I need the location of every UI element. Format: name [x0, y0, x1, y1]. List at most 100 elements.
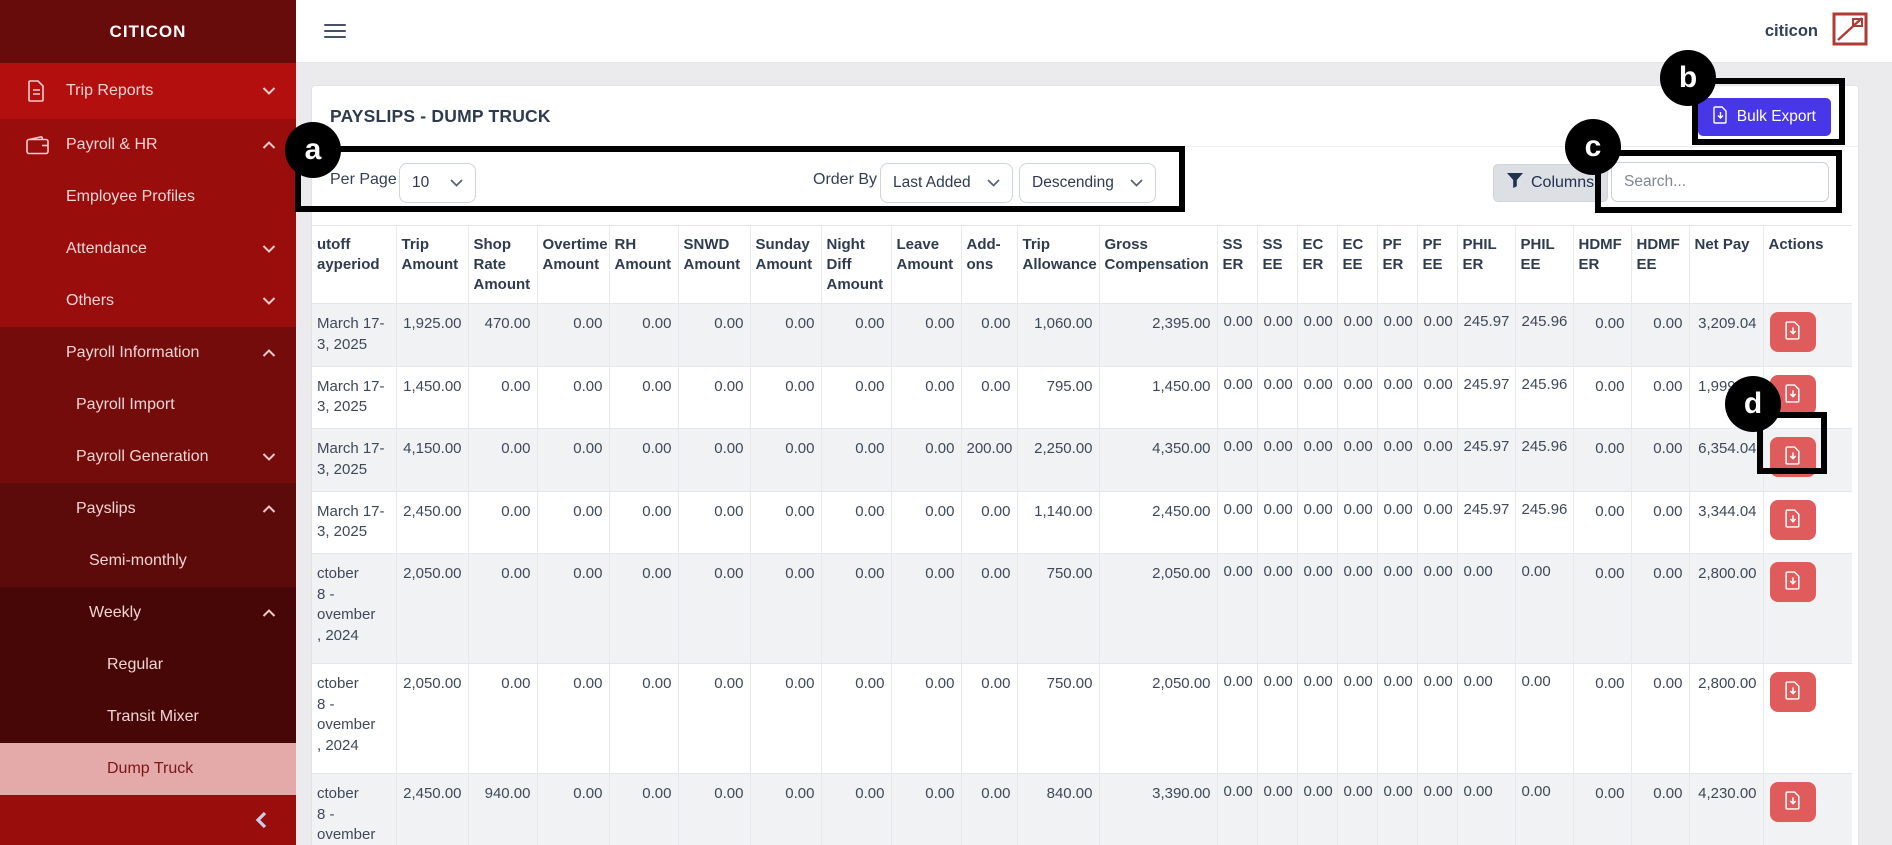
cell-pf-ee: 0.00 [1417, 491, 1457, 553]
cell-trip-allowance: 795.00 [1017, 366, 1099, 428]
brand-title: CITICON [0, 0, 296, 63]
sidebar-item-payroll-information[interactable]: Payroll Information [0, 327, 296, 379]
column-header-ec-er: ECER [1297, 226, 1337, 304]
download-payslip-button[interactable] [1770, 437, 1816, 477]
download-payslip-button[interactable] [1770, 672, 1816, 712]
cell-hdmf-er: 0.00 [1573, 366, 1631, 428]
cell-night-diff-amount: 0.00 [821, 553, 891, 663]
sidebar-item-others[interactable]: Others [0, 275, 296, 327]
cell-snwd-amount: 0.00 [678, 304, 750, 366]
order-by-label: Order By [813, 171, 877, 189]
search-input[interactable] [1611, 162, 1829, 202]
download-payslip-button[interactable] [1770, 782, 1816, 822]
sidebar-item-payroll-import[interactable]: Payroll Import [0, 379, 296, 431]
cell-ss-er: 0.00 [1217, 553, 1257, 663]
download-payslip-button[interactable] [1770, 562, 1816, 602]
cell-sunday-amount: 0.00 [750, 429, 821, 491]
sidebar-item-dump-truck[interactable]: Dump Truck [0, 743, 296, 795]
cell-cutoff-payperiod: ctober8 -ovember, 2024 [312, 773, 396, 845]
table-row: March 17-3, 20254,150.000.000.000.000.00… [312, 429, 1852, 491]
column-header-sunday-amount: SundayAmount [750, 226, 821, 304]
cell-pf-ee: 0.00 [1417, 773, 1457, 845]
sidebar-item-label: Others [66, 292, 114, 310]
order-direction-select[interactable]: Descending [1019, 163, 1156, 203]
cell-phil-er: 245.97 [1457, 491, 1515, 553]
sidebar-item-trip-reports[interactable]: Trip Reports [0, 63, 296, 119]
chevron-up-icon [262, 505, 276, 514]
cell-actions [1763, 773, 1852, 845]
column-header-net-pay: Net Pay [1689, 226, 1763, 304]
column-header-snwd-amount: SNWDAmount [678, 226, 750, 304]
cell-leave-amount: 0.00 [891, 429, 961, 491]
cell-ss-ee: 0.00 [1257, 429, 1297, 491]
cell-hdmf-ee: 0.00 [1631, 429, 1689, 491]
hamburger-menu-icon[interactable] [324, 24, 346, 38]
column-header-night-diff-amount: NightDiffAmount [821, 226, 891, 304]
document-icon [26, 80, 46, 102]
column-header-pf-er: PFER [1377, 226, 1417, 304]
cell-trip-amount: 1,925.00 [396, 304, 468, 366]
sidebar-item-payroll-hr[interactable]: Payroll & HR [0, 119, 296, 171]
topbar: citicon [296, 0, 1892, 63]
cell-ec-ee: 0.00 [1337, 366, 1377, 428]
chevron-down-icon [262, 453, 276, 462]
download-payslip-button[interactable] [1770, 312, 1816, 352]
cell-ss-er: 0.00 [1217, 773, 1257, 845]
cell-gross-compensation: 2,450.00 [1099, 491, 1217, 553]
file-download-icon [1785, 384, 1801, 406]
cell-pf-ee: 0.00 [1417, 663, 1457, 773]
sidebar-item-regular[interactable]: Regular [0, 639, 296, 691]
cell-gross-compensation: 2,050.00 [1099, 553, 1217, 663]
cell-trip-allowance: 750.00 [1017, 663, 1099, 773]
filter-funnel-icon [1507, 173, 1523, 193]
download-payslip-button[interactable] [1770, 500, 1816, 540]
cell-phil-ee: 245.96 [1515, 429, 1573, 491]
cell-overtime-amount: 0.00 [537, 429, 609, 491]
broken-image-logo-icon [1832, 12, 1868, 51]
cell-ec-er: 0.00 [1297, 773, 1337, 845]
column-header-phil-er: PHILER [1457, 226, 1515, 304]
cell-trip-allowance: 1,060.00 [1017, 304, 1099, 366]
cell-overtime-amount: 0.00 [537, 663, 609, 773]
cell-hdmf-er: 0.00 [1573, 663, 1631, 773]
column-header-actions: Actions [1763, 226, 1852, 304]
cell-shop-rate-amount: 0.00 [468, 553, 537, 663]
bulk-export-button[interactable]: Bulk Export [1698, 98, 1831, 136]
sidebar-item-payroll-generation[interactable]: Payroll Generation [0, 431, 296, 483]
cell-trip-amount: 1,450.00 [396, 366, 468, 428]
sidebar-item-label: Payroll Information [66, 344, 199, 362]
per-page-select[interactable]: 10 [399, 163, 476, 203]
cell-night-diff-amount: 0.00 [821, 366, 891, 428]
cell-overtime-amount: 0.00 [537, 773, 609, 845]
sidebar-item-payslips[interactable]: Payslips [0, 483, 296, 535]
cell-night-diff-amount: 0.00 [821, 491, 891, 553]
chevron-left-icon [255, 811, 268, 834]
wallet-icon [26, 136, 49, 155]
cell-ec-er: 0.00 [1297, 491, 1337, 553]
sidebar-item-semi-monthly[interactable]: Semi-monthly [0, 535, 296, 587]
sidebar-collapse-button[interactable] [0, 799, 296, 845]
sidebar-item-label: Transit Mixer [107, 708, 199, 726]
cell-net-pay: 2,800.00 [1689, 553, 1763, 663]
cell-ec-ee: 0.00 [1337, 491, 1377, 553]
sidebar-item-label: Weekly [89, 604, 141, 622]
cell-leave-amount: 0.00 [891, 491, 961, 553]
account-menu[interactable]: citicon [1765, 12, 1892, 51]
chevron-up-icon [262, 141, 276, 150]
cell-snwd-amount: 0.00 [678, 491, 750, 553]
sidebar-item-label: Payroll Generation [76, 448, 209, 466]
sidebar-item-employee-profiles[interactable]: Employee Profiles [0, 171, 296, 223]
sidebar-item-attendance[interactable]: Attendance [0, 223, 296, 275]
cell-shop-rate-amount: 0.00 [468, 663, 537, 773]
sidebar-item-label: Payroll Import [76, 396, 175, 414]
sidebar-item-transit-mixer[interactable]: Transit Mixer [0, 691, 296, 743]
columns-label: Columns [1531, 174, 1594, 192]
sidebar-item-weekly[interactable]: Weekly [0, 587, 296, 639]
order-field-select[interactable]: Last Added [880, 163, 1013, 203]
cell-ec-er: 0.00 [1297, 429, 1337, 491]
cell-ec-ee: 0.00 [1337, 429, 1377, 491]
cell-gross-compensation: 1,450.00 [1099, 366, 1217, 428]
cell-phil-er: 0.00 [1457, 663, 1515, 773]
page-title: PAYSLIPS - DUMP TRUCK [330, 106, 551, 127]
cell-actions [1763, 553, 1852, 663]
